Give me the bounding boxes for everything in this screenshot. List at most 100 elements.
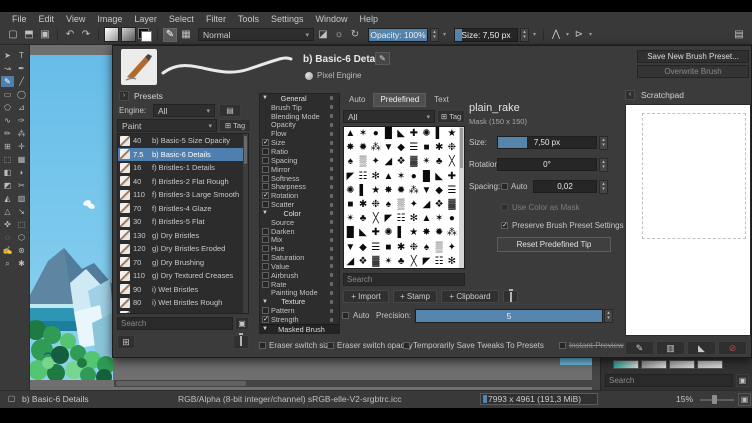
collapse-presets-icon[interactable]: › (119, 91, 129, 101)
import-tip-button[interactable]: + Import (343, 290, 389, 303)
brush-tip-cell[interactable]: ✴ (344, 212, 357, 226)
rotation-checkbox[interactable] (262, 192, 269, 199)
option-row-texture[interactable]: ▼Texture (260, 297, 339, 306)
preset-item[interactable]: 70f) Bristles-4 Glaze (118, 202, 248, 216)
smart-patch-tool[interactable]: ✂ (15, 180, 28, 191)
option-row-airbrush[interactable]: Airbrush (260, 271, 339, 280)
brush-tip-cell[interactable]: ◤ (344, 170, 357, 184)
gradient-chooser-icon[interactable] (104, 27, 119, 42)
calligraphy-tool[interactable]: ✒ (15, 63, 28, 74)
menu-item-window[interactable]: Window (309, 14, 353, 24)
preserve-preset-settings-checkbox[interactable] (501, 222, 508, 229)
clipboard-tip-button[interactable]: + Clipboard (441, 290, 499, 303)
tip-grid-scrollbar[interactable] (459, 127, 464, 268)
brush-tip-cell[interactable]: ❉ (446, 141, 459, 155)
save-search-icon[interactable]: ▣ (736, 374, 749, 387)
option-row-spacing[interactable]: Spacing (260, 156, 339, 165)
grid-tool[interactable]: ▦ (15, 154, 28, 165)
brush-tip-cell[interactable]: ✶ (395, 170, 408, 184)
brush-tip-cell[interactable]: ◆ (357, 241, 370, 255)
brush-tip-cell[interactable]: ▲ (420, 212, 433, 226)
brush-tip-cell[interactable]: ♣ (357, 212, 370, 226)
save-new-brush-preset-button[interactable]: Save New Brush Preset... (637, 50, 749, 63)
brush-tip-cell[interactable]: ╳ (446, 155, 459, 169)
preset-search-input[interactable] (117, 317, 233, 330)
option-row-saturation[interactable]: Saturation (260, 253, 339, 262)
edit-brush-settings-icon[interactable]: ✎ (163, 28, 177, 42)
brush-tip-cell[interactable]: ▲ (382, 170, 395, 184)
menu-item-image[interactable]: Image (91, 14, 128, 24)
tip-rotation-spinner[interactable] (599, 158, 608, 172)
open-document-icon[interactable]: ⬒ (22, 28, 36, 42)
scrollbar-thumb[interactable] (460, 128, 463, 168)
brush-tip-cell[interactable]: ✦ (407, 198, 420, 212)
overwrite-brush-button[interactable]: Overwrite Brush (637, 65, 749, 78)
scrollbar-thumb[interactable] (244, 136, 247, 164)
brush-tip-cell[interactable]: ♠ (344, 155, 357, 169)
precision-slider[interactable]: 5 (415, 309, 603, 323)
docker-search-input[interactable] (605, 374, 733, 387)
menu-item-help[interactable]: Help (354, 14, 385, 24)
brush-tip-cell[interactable]: ▓ (407, 155, 420, 169)
scratchpad-canvas[interactable] (625, 104, 751, 336)
ratio-checkbox[interactable] (262, 148, 269, 155)
tip-tag-filter-dropdown[interactable]: All ▾ (343, 110, 435, 123)
brush-tip-cell[interactable]: ✶ (433, 212, 446, 226)
ellipse-select-tool[interactable]: ◌ (1, 232, 14, 243)
polyline-tool[interactable]: ⊿ (15, 102, 28, 113)
gradient-tool[interactable]: ◧ (1, 167, 14, 178)
brush-tip-cell[interactable]: ▼ (344, 241, 357, 255)
resource-thumbnail[interactable] (641, 360, 667, 369)
option-row-size[interactable]: Size (260, 138, 339, 147)
preset-item[interactable]: 7.5b) Basic-6 Details (118, 148, 248, 162)
mirror-checkbox[interactable] (262, 166, 269, 173)
dynamic-brush-tool[interactable]: ✏ (1, 128, 14, 139)
menu-item-edit[interactable]: Edit (33, 14, 61, 24)
reset-predefined-tip-button[interactable]: Reset Predefined Tip (497, 237, 611, 252)
brush-tip-cell[interactable]: ♣ (433, 155, 446, 169)
menu-item-layer[interactable]: Layer (128, 14, 163, 24)
brush-tip-cell[interactable]: ◢ (420, 198, 433, 212)
tip-rotation-slider[interactable]: 0° (497, 158, 597, 171)
preset-display-icon[interactable]: ▤ (219, 104, 241, 117)
brush-tip-cell[interactable]: ◣ (433, 170, 446, 184)
brush-tip-cell[interactable]: ❉ (407, 241, 420, 255)
brush-tip-cell[interactable]: █ (382, 127, 395, 141)
mirror-horizontal-icon[interactable]: ⋀ (549, 28, 563, 42)
brush-tip-cell[interactable]: ▓ (369, 255, 382, 269)
edit-shapes-tool[interactable]: ↝ (1, 63, 14, 74)
option-row-value[interactable]: Value (260, 262, 339, 271)
brush-tip-cell[interactable]: ✦ (446, 241, 459, 255)
tab-auto[interactable]: Auto (343, 93, 371, 107)
pan-tool[interactable]: ✱ (15, 258, 28, 269)
crop-tool[interactable]: ⬚ (1, 154, 14, 165)
brush-tip-cell[interactable]: ✹ (395, 184, 408, 198)
opacity-spinner[interactable] (430, 28, 439, 42)
canvas-area[interactable] (30, 45, 114, 390)
import-resource-icon[interactable]: ⊞ (117, 335, 135, 349)
option-row-pattern[interactable]: Pattern (260, 306, 339, 315)
option-row-ratio[interactable]: Ratio (260, 147, 339, 156)
workspace-chooser-icon[interactable]: ▤ (732, 28, 746, 42)
pattern-chooser-icon[interactable] (121, 27, 136, 42)
brush-tip-cell[interactable]: ▒ (433, 241, 446, 255)
choose-brush-preset-icon[interactable]: ▦ (179, 28, 193, 42)
brush-tip-cell[interactable]: ⁂ (446, 226, 459, 240)
brush-tip-cell[interactable]: ★ (446, 127, 459, 141)
brush-tip-cell[interactable]: ☷ (357, 170, 370, 184)
spacing-checkbox[interactable] (262, 157, 269, 164)
brush-tip-cell[interactable]: ✚ (369, 226, 382, 240)
engine-filter-dropdown[interactable]: All ▾ (153, 104, 215, 117)
delete-preset-icon[interactable] (233, 335, 249, 349)
measure-tool[interactable]: ↘ (15, 206, 28, 217)
brush-tip-cell[interactable]: ✱ (433, 141, 446, 155)
option-row-softness[interactable]: Softness (260, 174, 339, 183)
brush-tip-cell[interactable]: ■ (382, 241, 395, 255)
tab-text[interactable]: Text (428, 93, 455, 107)
mirror-vertical-icon[interactable]: ⊳ (572, 28, 586, 42)
option-row-mix[interactable]: Mix (260, 236, 339, 245)
preset-item[interactable]: 80i) Wet Bristles Rough (118, 296, 248, 310)
similar-select-tool[interactable]: ⊛ (15, 245, 28, 256)
transform-tool[interactable]: ⊞ (1, 141, 14, 152)
brush-tip-cell[interactable]: ╳ (407, 255, 420, 269)
